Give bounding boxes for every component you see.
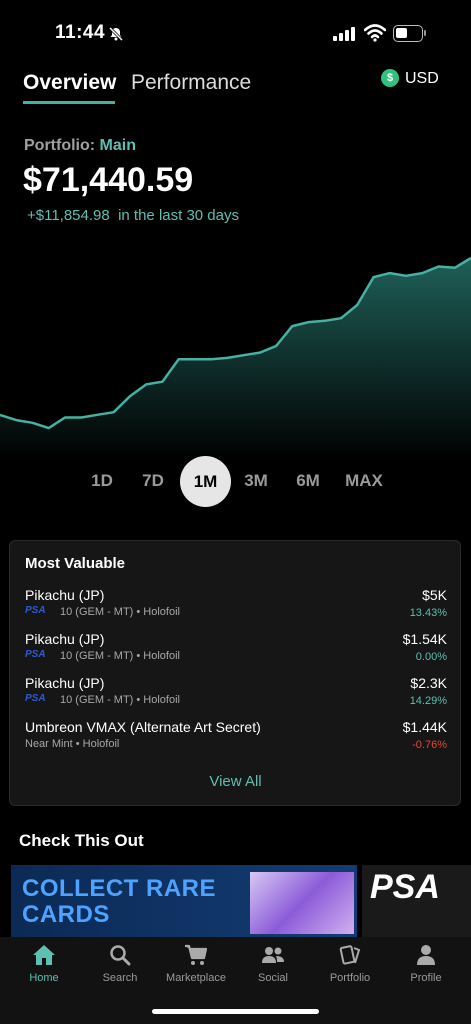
nav-marketplace-label: Marketplace: [166, 972, 226, 984]
silent-bell-icon: [108, 26, 124, 42]
portfolio-name[interactable]: Main: [100, 137, 136, 154]
range-1m[interactable]: 1M: [180, 456, 231, 507]
promo-banner-text: COLLECT RARE CARDS: [22, 876, 216, 928]
list-item-detail: 10 (GEM - MT) • Holofoil: [60, 650, 180, 662]
battery-tip: [424, 30, 426, 36]
portfolio-label[interactable]: Portfolio: Main: [24, 137, 136, 155]
people-icon: [262, 947, 284, 963]
chart-area-fill: [0, 258, 471, 461]
wifi-icon: [364, 24, 386, 42]
psa-logo-large: PSA: [370, 868, 440, 906]
portfolio-change: +$11,854.98 in the last 30 days: [27, 207, 239, 224]
range-3m[interactable]: 3M: [241, 471, 271, 493]
list-item-detail: 10 (GEM - MT) • Holofoil: [60, 606, 180, 618]
currency-label[interactable]: USD: [405, 70, 439, 88]
home-icon: [33, 945, 55, 965]
list-item-detail: Near Mint • Holofoil: [25, 738, 120, 750]
psa-logo-text: PSA: [25, 605, 46, 616]
search-icon: [110, 945, 131, 966]
list-item-price: $1.44K: [402, 719, 447, 735]
psa-logo-text: PSA: [25, 693, 46, 704]
list-item-change: -0.76%: [412, 739, 447, 751]
currency-icon[interactable]: $: [381, 69, 399, 87]
range-1d[interactable]: 1D: [88, 471, 116, 493]
nav-profile[interactable]: Profile: [396, 944, 456, 984]
list-item-price: $2.3K: [410, 675, 447, 691]
tab-performance[interactable]: Performance: [131, 71, 251, 95]
list-item-detail: 10 (GEM - MT) • Holofoil: [60, 694, 180, 706]
view-all-link[interactable]: View All: [0, 773, 471, 790]
list-item-price: $1.54K: [402, 631, 447, 647]
nav-portfolio-label: Portfolio: [329, 972, 371, 984]
promo-banner-line1: COLLECT RARE: [22, 875, 216, 902]
list-item-change: 13.43%: [409, 607, 447, 619]
nav-home[interactable]: Home: [14, 944, 74, 984]
range-6m[interactable]: 6M: [293, 471, 323, 493]
psa-logo-icon: PSA: [25, 693, 55, 704]
cards-icon: [339, 945, 361, 965]
home-indicator: [152, 1009, 319, 1014]
range-max[interactable]: MAX: [342, 471, 386, 493]
status-time: 11:44: [55, 22, 106, 43]
cellular-signal-icon: [333, 27, 355, 41]
list-item-name[interactable]: Pikachu (JP): [25, 631, 104, 647]
most-valuable-card: [9, 540, 461, 806]
list-item-name[interactable]: Pikachu (JP): [25, 587, 104, 603]
nav-social-label: Social: [258, 972, 288, 984]
nav-marketplace[interactable]: Marketplace: [166, 944, 226, 984]
portfolio-label-text: Portfolio:: [24, 137, 96, 154]
list-item-name[interactable]: Pikachu (JP): [25, 675, 104, 691]
nav-home-label: Home: [29, 972, 59, 984]
promo-section-title: Check This Out: [19, 831, 144, 850]
psa-logo-icon: PSA: [25, 649, 55, 660]
portfolio-value: $71,440.59: [23, 161, 194, 199]
nav-search[interactable]: Search: [90, 944, 150, 984]
battery-icon: [393, 25, 423, 42]
tab-overview-underline: [23, 101, 115, 104]
list-item-price: $5K: [422, 587, 447, 603]
tab-overview[interactable]: Overview: [23, 71, 116, 95]
range-7d[interactable]: 7D: [139, 471, 167, 493]
nav-portfolio[interactable]: Portfolio: [320, 944, 380, 984]
list-item-change: 0.00%: [415, 651, 447, 663]
promo-banner-line2: CARDS: [22, 901, 110, 928]
psa-logo-icon: PSA: [25, 605, 55, 616]
list-item-name[interactable]: Umbreon VMAX (Alternate Art Secret): [25, 719, 261, 735]
list-item-change: 14.29%: [409, 695, 447, 707]
person-icon: [417, 945, 435, 965]
promo-card-image: [250, 872, 354, 934]
psa-logo-text: PSA: [25, 649, 46, 660]
most-valuable-title: Most Valuable: [25, 555, 126, 572]
portfolio-change-amount: +$11,854.98: [27, 207, 110, 224]
nav-search-label: Search: [102, 972, 138, 984]
portfolio-chart[interactable]: [0, 236, 471, 461]
nav-social[interactable]: Social: [243, 944, 303, 984]
portfolio-change-period: in the last 30 days: [118, 207, 239, 224]
nav-profile-label: Profile: [410, 972, 442, 984]
cart-icon: [185, 944, 208, 965]
